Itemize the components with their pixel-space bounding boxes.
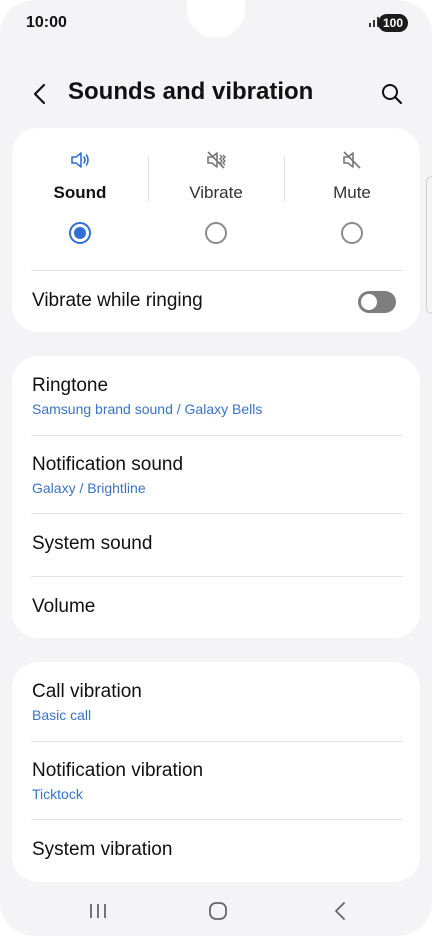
recents-button[interactable] <box>83 896 113 926</box>
list-item-notification-vibration[interactable]: Notification vibration Ticktock <box>12 741 420 819</box>
system-vibration-title: System vibration <box>32 839 173 860</box>
list-item-ringtone[interactable]: Ringtone Samsung brand sound / Galaxy Be… <box>12 356 420 435</box>
vibrate-radio[interactable] <box>205 222 227 244</box>
sound-mode-label-sound: Sound <box>53 183 107 202</box>
speaker-icon <box>71 152 89 168</box>
sound-mode-label-mute: Mute <box>333 183 371 202</box>
list-item-volume[interactable]: Volume <box>12 576 420 638</box>
sound-mode-option-vibrate[interactable]: Vibrate <box>148 128 284 268</box>
home-button[interactable] <box>203 896 233 926</box>
vibrate-while-ringing-toggle[interactable] <box>358 291 396 313</box>
system-sound-title: System sound <box>32 533 153 554</box>
notification-vibration-subtitle: Ticktock <box>32 786 83 802</box>
page-title: Sounds and vibration <box>68 78 314 105</box>
back-button[interactable] <box>26 80 54 108</box>
nav-back-button[interactable] <box>325 896 355 926</box>
list-item-call-vibration[interactable]: Call vibration Basic call <box>12 662 420 741</box>
mute-radio[interactable] <box>341 222 363 244</box>
vibrate-while-ringing-row[interactable]: Vibrate while ringing <box>12 271 420 332</box>
navigation-bar <box>0 884 432 936</box>
ringtone-title: Ringtone <box>32 375 109 396</box>
sound-mode-label-vibrate: Vibrate <box>189 183 243 202</box>
battery-badge: 100 <box>377 14 408 32</box>
search-button[interactable] <box>378 80 406 108</box>
sound-settings-card: Ringtone Samsung brand sound / Galaxy Be… <box>12 356 420 638</box>
header: Sounds and vibration <box>0 72 432 116</box>
list-item-notification-sound[interactable]: Notification sound Galaxy / Brightline <box>12 435 420 513</box>
phone-screen: 10:00 100 Sounds and vibration Sound Vib… <box>0 0 432 936</box>
chevron-left-icon <box>33 83 46 105</box>
notification-sound-subtitle: Galaxy / Brightline <box>32 480 146 496</box>
recents-icon <box>90 904 106 918</box>
vibrate-while-ringing-label: Vibrate while ringing <box>32 290 203 311</box>
call-vibration-title: Call vibration <box>32 681 142 702</box>
back-icon <box>335 902 345 920</box>
status-time: 10:00 <box>26 14 67 31</box>
vibration-settings-card: Call vibration Basic call Notification v… <box>12 662 420 882</box>
vibrate-icon <box>207 151 226 169</box>
sound-mode-card: Sound Vibrate Mute Vibrate while ringing <box>12 128 420 332</box>
status-bar: 10:00 100 <box>0 0 432 48</box>
notification-sound-title: Notification sound <box>32 454 184 475</box>
ringtone-subtitle: Samsung brand sound / Galaxy Bells <box>32 401 263 417</box>
call-vibration-subtitle: Basic call <box>32 707 92 723</box>
search-icon <box>382 84 403 105</box>
volume-title: Volume <box>32 596 96 617</box>
sound-mode-option-mute[interactable]: Mute <box>284 128 420 268</box>
mute-icon <box>343 151 361 169</box>
list-item-system-sound[interactable]: System sound <box>12 513 420 576</box>
list-item-system-vibration[interactable]: System vibration <box>12 819 420 882</box>
sound-mode-option-sound[interactable]: Sound <box>12 128 148 268</box>
scrollbar[interactable] <box>426 176 432 314</box>
sound-radio[interactable] <box>69 222 91 244</box>
camera-notch <box>187 0 245 38</box>
home-icon <box>209 902 227 920</box>
notification-vibration-title: Notification vibration <box>32 760 204 781</box>
